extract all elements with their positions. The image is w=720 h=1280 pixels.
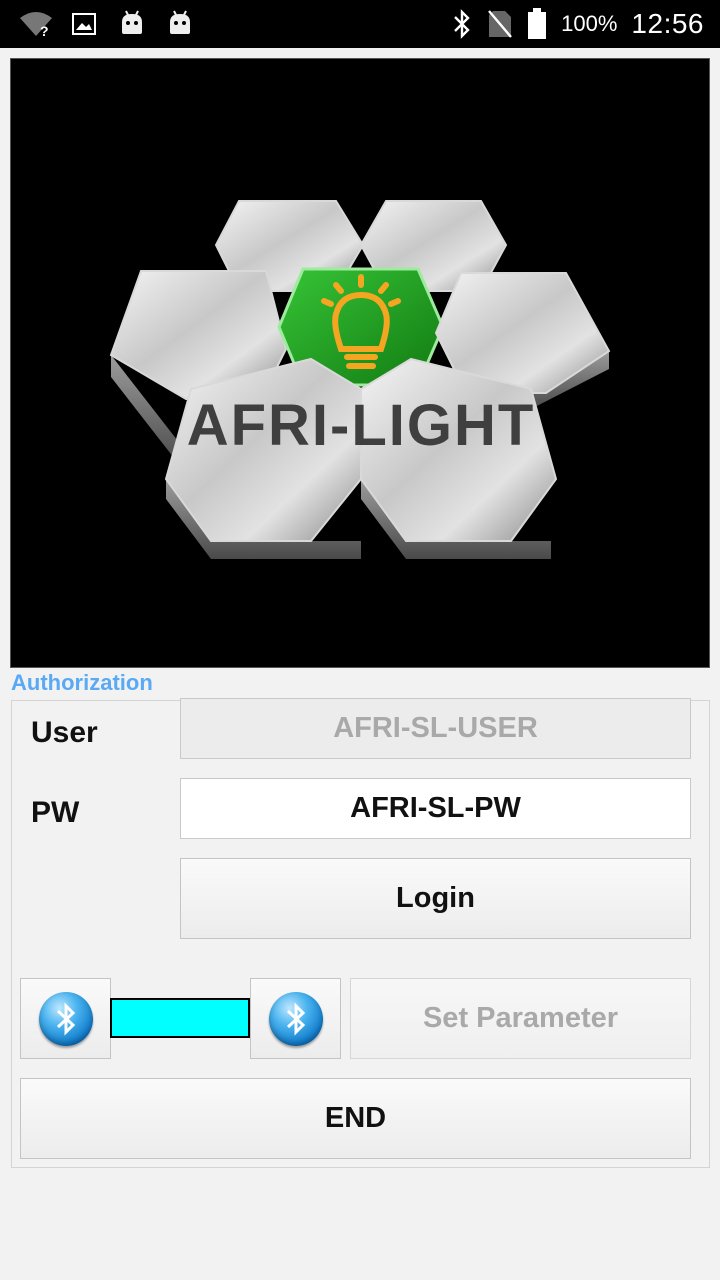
afri-light-logo: AFRI-LIGHT [109,200,611,559]
password-field[interactable]: AFRI-SL-PW [180,778,691,839]
end-button[interactable]: END [20,1078,691,1159]
logo-panel: AFRI-LIGHT [10,58,710,668]
android-icon [170,10,190,34]
bluetooth-icon [268,991,323,1046]
svg-text:?: ? [40,23,49,38]
user-label: User [31,716,98,749]
authorization-label: Authorization [11,670,153,695]
status-bar: ? 100% 12:56 [0,0,720,48]
no-sim-icon [488,10,513,38]
bluetooth-icon [454,9,470,39]
bluetooth-button-left[interactable] [20,978,111,1059]
image-icon [72,13,96,35]
login-button[interactable]: Login [180,858,691,939]
wifi-unknown-icon: ? [20,12,52,38]
bluetooth-button-right[interactable] [250,978,341,1059]
user-field[interactable]: AFRI-SL-USER [180,698,691,759]
battery-icon [528,8,547,39]
connection-indicator [110,998,250,1038]
clock: 12:56 [631,8,704,39]
set-parameter-button[interactable]: Set Parameter [350,978,691,1059]
bluetooth-icon [38,991,93,1046]
android-icon [122,10,142,34]
pw-label: PW [31,796,80,829]
battery-percent: 100% [561,11,618,36]
logo-brand-text: AFRI-LIGHT [187,393,536,458]
